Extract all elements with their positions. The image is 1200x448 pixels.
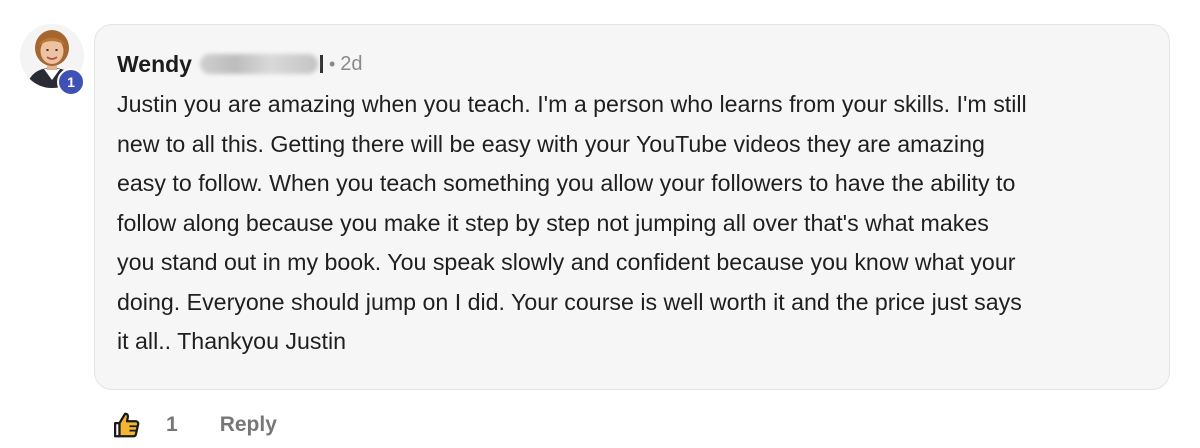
author-name[interactable]: Wendy	[117, 51, 192, 78]
comment-header: Wendy • 2d	[117, 49, 1149, 79]
separator-dot: •	[328, 53, 336, 74]
comment-text: Justin you are amazing when you teach. I…	[117, 91, 1027, 354]
thumbs-up-icon	[114, 412, 140, 438]
level-badge: 1	[57, 68, 85, 96]
comment-timestamp[interactable]: 2d	[340, 53, 362, 76]
redacted-surname	[199, 54, 318, 74]
author-avatar-group[interactable]: 1	[20, 24, 86, 98]
like-button[interactable]	[110, 408, 144, 442]
comment-thread: 1 Wendy • 2d Justin you are amazing when…	[0, 0, 1200, 448]
reply-button[interactable]: Reply	[220, 413, 277, 437]
comment-bubble: Wendy • 2d Justin you are amazing when y…	[94, 24, 1170, 390]
redacted-surname-edge	[319, 55, 323, 73]
comment-actions: 1 Reply	[110, 405, 277, 445]
like-count: 1	[166, 413, 178, 436]
